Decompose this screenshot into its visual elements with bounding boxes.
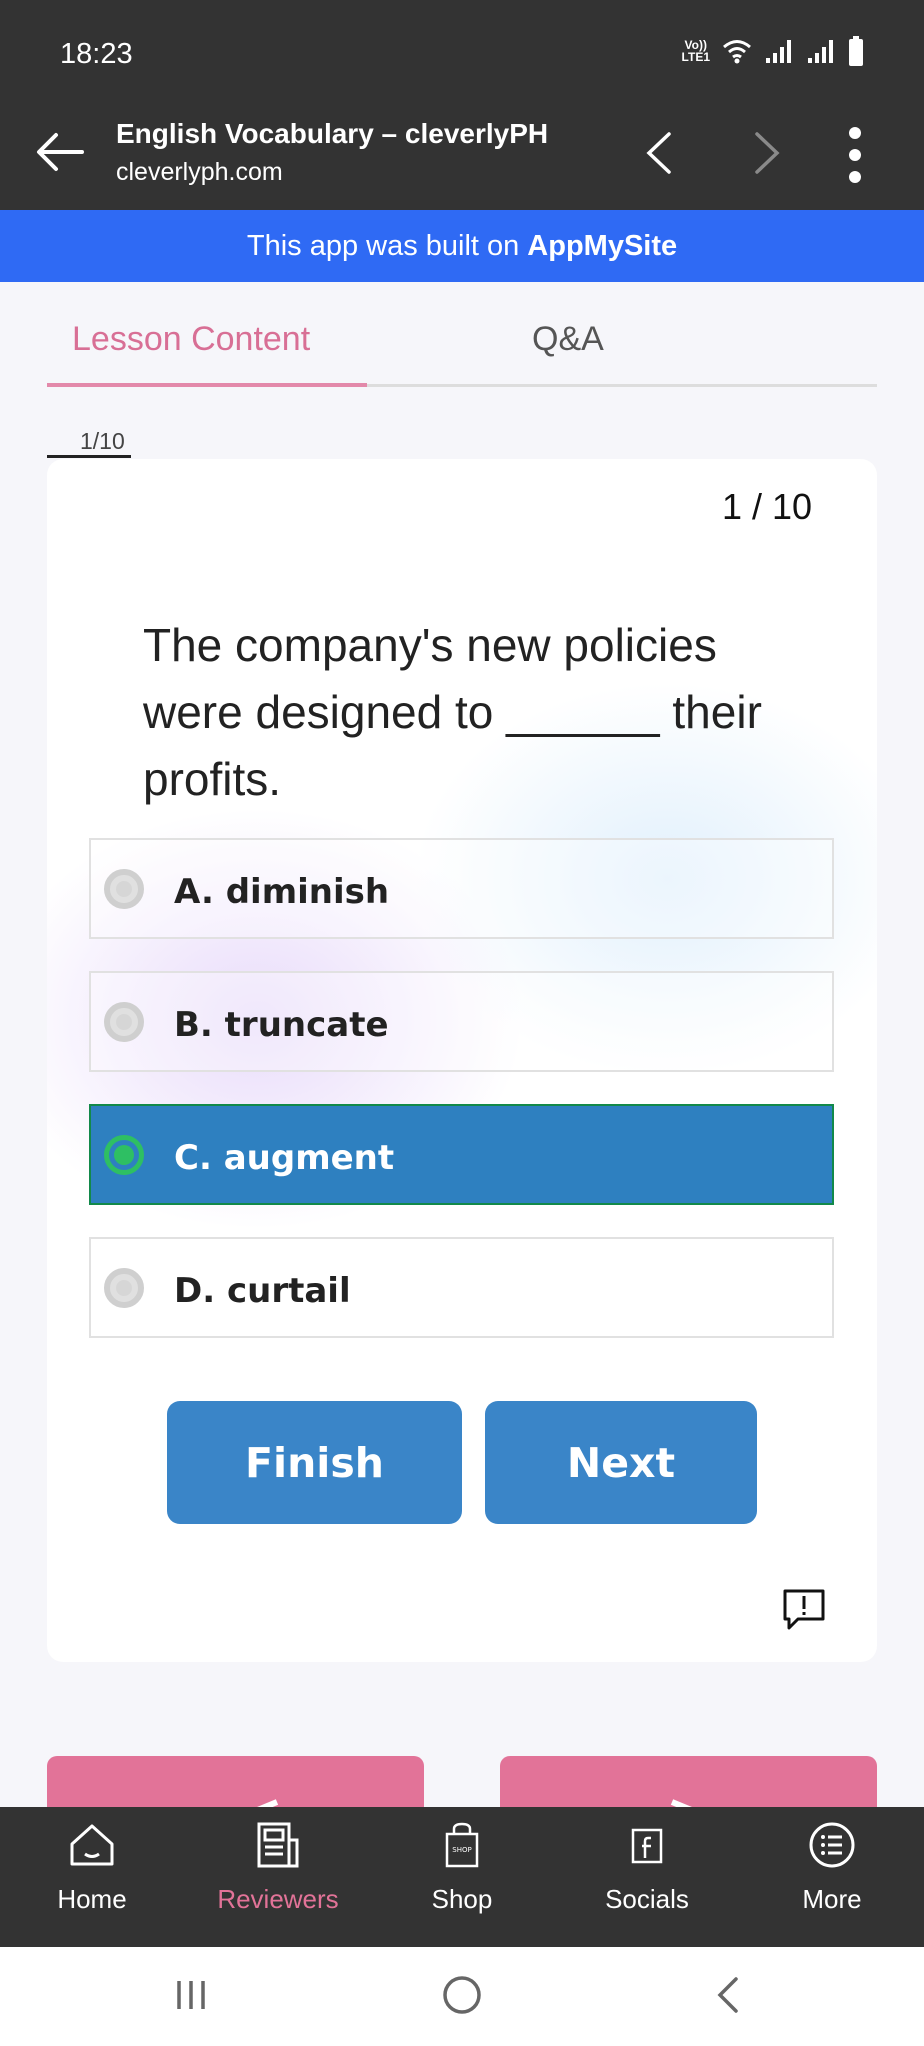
question-text: The company's new policies were designed… bbox=[143, 619, 762, 805]
option-label: C. augment bbox=[174, 1138, 395, 1178]
header-title: English Vocabulary – cleverlyPH bbox=[116, 118, 549, 149]
signal-icon-1 bbox=[766, 40, 791, 63]
option-label: A. diminish bbox=[174, 872, 390, 912]
back-arrow-icon[interactable] bbox=[30, 122, 90, 182]
shop-bag-icon: SHOP bbox=[445, 1822, 479, 1868]
nav-shop[interactable]: SHOP Shop bbox=[382, 1820, 542, 1915]
nav-label: Home bbox=[57, 1884, 127, 1914]
finish-button[interactable]: Finish bbox=[167, 1401, 462, 1524]
nav-label: Socials bbox=[605, 1884, 689, 1914]
list-icon bbox=[809, 1822, 855, 1868]
chevron-left-icon[interactable] bbox=[637, 128, 681, 178]
option-label: D. curtail bbox=[174, 1271, 351, 1311]
header-url: cleverlyph.com bbox=[116, 158, 283, 186]
wifi-icon bbox=[723, 40, 751, 64]
signal-icon-2 bbox=[808, 40, 833, 63]
facebook-icon bbox=[631, 1828, 663, 1864]
radio-icon[interactable] bbox=[104, 1002, 144, 1042]
banner-prefix: This app was built on bbox=[246, 229, 520, 262]
volte-indicator: Vo)) LTE1 bbox=[681, 38, 710, 64]
banner-brand: AppMySite bbox=[527, 229, 678, 262]
nav-label: More bbox=[802, 1884, 862, 1914]
nav-socials[interactable]: Socials bbox=[567, 1820, 727, 1915]
nav-label: Reviewers bbox=[217, 1884, 339, 1914]
home-icon bbox=[70, 1824, 114, 1866]
progress-label: 1/10 bbox=[80, 428, 125, 454]
system-nav-bar bbox=[0, 1947, 924, 2046]
radio-icon[interactable] bbox=[104, 869, 144, 909]
system-back-icon[interactable] bbox=[708, 1973, 748, 2017]
chevron-right-icon[interactable] bbox=[745, 128, 789, 178]
battery-icon bbox=[849, 36, 863, 66]
option-c[interactable]: C. augment bbox=[89, 1104, 834, 1205]
nav-reviewers[interactable]: Reviewers bbox=[198, 1820, 358, 1915]
next-button[interactable]: Next bbox=[485, 1401, 757, 1524]
tab-qa[interactable]: Q&A bbox=[532, 320, 604, 359]
recent-apps-icon[interactable] bbox=[175, 1975, 215, 2015]
nav-home[interactable]: Home bbox=[12, 1820, 172, 1915]
newspaper-icon bbox=[257, 1822, 299, 1868]
radio-selected-icon[interactable] bbox=[104, 1135, 144, 1175]
option-b[interactable]: B. truncate bbox=[89, 971, 834, 1072]
status-time: 18:23 bbox=[60, 38, 133, 70]
tab-lesson-content[interactable]: Lesson Content bbox=[72, 320, 310, 359]
more-vert-icon[interactable] bbox=[840, 126, 870, 184]
report-feedback-icon[interactable] bbox=[782, 1588, 826, 1632]
option-label: B. truncate bbox=[174, 1005, 389, 1045]
nav-label: Shop bbox=[431, 1884, 493, 1914]
option-d[interactable]: D. curtail bbox=[89, 1237, 834, 1338]
home-circle-icon[interactable] bbox=[440, 1973, 484, 2017]
tab-active-indicator bbox=[47, 383, 367, 387]
radio-icon[interactable] bbox=[104, 1268, 144, 1308]
status-icons: Vo)) LTE1 bbox=[682, 36, 864, 66]
nav-more[interactable]: More bbox=[752, 1820, 912, 1915]
option-a[interactable]: A. diminish bbox=[89, 838, 834, 939]
progress-bar bbox=[47, 455, 131, 458]
svg-text:SHOP: SHOP bbox=[452, 1846, 471, 1854]
appmysite-banner[interactable]: This app was built on AppMySite bbox=[0, 210, 924, 282]
question-counter: 1 / 10 bbox=[722, 486, 813, 527]
